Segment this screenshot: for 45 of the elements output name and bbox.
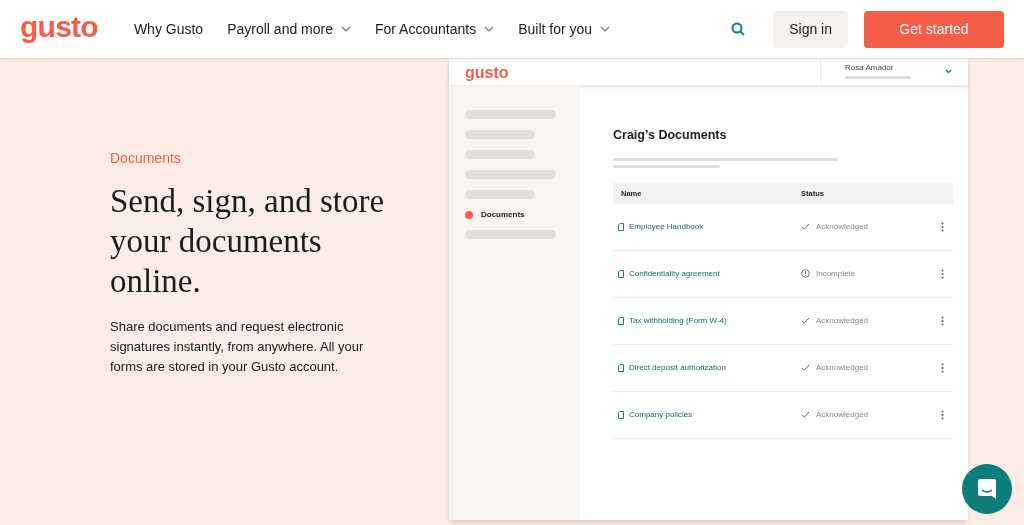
more-options-icon[interactable]	[941, 221, 944, 232]
check-icon	[801, 363, 810, 373]
check-icon	[801, 316, 810, 326]
alert-icon	[801, 269, 810, 279]
document-icon	[618, 269, 624, 278]
more-options-icon[interactable]	[941, 315, 944, 326]
user-name: Rosa Amador	[845, 64, 895, 72]
check-icon	[801, 410, 810, 420]
chevron-down-icon[interactable]	[945, 69, 952, 74]
nav-link[interactable]: For Accountants	[363, 18, 507, 40]
hero-description: Share documents and request electronic signatures instantly, from anywhere. All your forms are stored in your Gusto account.	[110, 318, 365, 376]
document-icon	[618, 222, 624, 231]
status-text: Acknowledged	[816, 361, 869, 374]
nav-link[interactable]: Payroll and more	[215, 18, 363, 40]
nav-link[interactable]: Built for you	[506, 18, 623, 40]
document-icon	[618, 363, 624, 372]
status-text: Acknowledged	[816, 314, 869, 327]
document-link[interactable]: Employee Handbook	[618, 220, 801, 233]
chevron-down-icon	[600, 26, 611, 32]
chevron-down-icon	[341, 26, 351, 32]
chat-icon	[977, 478, 997, 500]
sidebar-item[interactable]: Documents	[481, 208, 525, 221]
nav-link[interactable]: Why Gusto	[121, 18, 216, 40]
chevron-down-icon	[484, 26, 495, 32]
section-label: Documents	[110, 149, 182, 168]
chat-button[interactable]	[962, 464, 1012, 514]
check-icon	[801, 222, 810, 232]
hero-heading: Send, sign, and store your documents online.	[110, 182, 386, 301]
status-text: Incomplete	[816, 267, 856, 280]
document-link[interactable]: Tax withholding (Form W-4)	[618, 314, 801, 327]
status-text: Acknowledged	[816, 220, 869, 233]
gusto-logo: gusto	[464, 62, 509, 81]
document-link[interactable]: Company policies	[618, 408, 801, 421]
sign-in-button[interactable]: Sign in	[773, 10, 848, 48]
document-link[interactable]: Confidentiality agreement	[618, 267, 801, 280]
more-options-icon[interactable]	[941, 362, 944, 373]
more-options-icon[interactable]	[941, 268, 944, 279]
document-icon	[618, 410, 624, 419]
document-link[interactable]: Direct deposit authorization	[618, 361, 801, 374]
more-options-icon[interactable]	[941, 409, 944, 420]
placeholder-bar	[845, 76, 911, 79]
page-title: Craig’s Documents	[613, 127, 728, 144]
search-icon[interactable]	[731, 22, 746, 36]
document-icon	[618, 316, 624, 325]
status-text: Acknowledged	[816, 408, 869, 421]
